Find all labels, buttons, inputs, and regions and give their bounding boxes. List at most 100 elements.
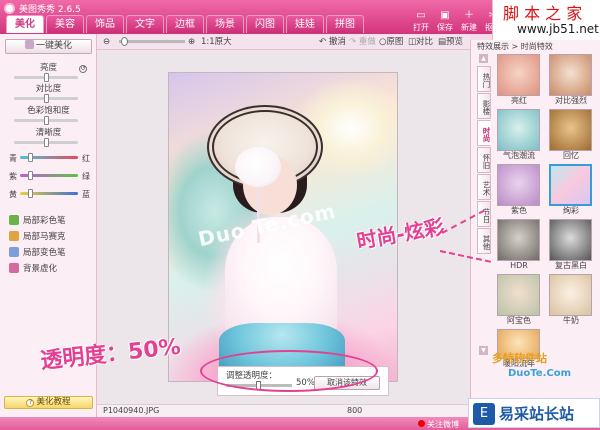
brand-logo-icon: E bbox=[473, 403, 495, 425]
effect-thumb-memory[interactable]: 回忆 bbox=[547, 109, 595, 162]
undo-button[interactable]: ↶ 撤消 bbox=[319, 36, 346, 48]
effect-thumb-hdr[interactable]: HDR bbox=[495, 219, 543, 272]
brush-icon bbox=[9, 215, 19, 225]
slider-knob[interactable] bbox=[44, 73, 49, 82]
zoom-knob[interactable] bbox=[121, 37, 128, 46]
contrast-label: 对比度 bbox=[35, 84, 62, 94]
tab-scene[interactable]: 场景 bbox=[206, 15, 244, 33]
save-button[interactable]: ▣ 保存 bbox=[434, 9, 456, 33]
save-icon: ▣ bbox=[440, 10, 450, 21]
canvas-toolbar: ⊖ ⊕ 1:1原大 ↶ 撤消 ↷ 重做 ○原图 ◫对比 ▤预览 bbox=[97, 34, 470, 50]
local-recolor-brush-button[interactable]: 局部变色笔 bbox=[9, 246, 95, 258]
watermark-brand-box: E 易采站长站 bbox=[468, 398, 600, 428]
original-button[interactable]: ○原图 bbox=[379, 36, 403, 48]
contrast-slider[interactable] bbox=[14, 94, 78, 103]
effect-thumb-colorful[interactable]: 绚彩 bbox=[547, 164, 595, 217]
local-mosaic-button[interactable]: 局部马赛克 bbox=[9, 230, 95, 242]
weibo-icon bbox=[418, 420, 425, 427]
tab-doll[interactable]: 娃娃 bbox=[286, 15, 324, 33]
vtab-hot[interactable]: 热门 bbox=[477, 66, 491, 92]
blur-icon bbox=[9, 263, 19, 273]
new-button[interactable]: ＋新建 bbox=[458, 9, 480, 33]
site-watermark-top: 脚 本 之 家 www.jb51.net bbox=[492, 0, 600, 40]
cyan-red-balance: 青 红 bbox=[9, 153, 90, 163]
folder-icon: ▭ bbox=[416, 10, 426, 21]
watermark-site-url: www.jb51.net bbox=[517, 22, 599, 36]
effect-preview-image bbox=[497, 109, 540, 151]
effect-preview-image bbox=[497, 219, 540, 261]
slider-knob[interactable] bbox=[44, 94, 49, 103]
slider-knob[interactable] bbox=[44, 138, 49, 147]
effect-category-tabs: 热门 影楼 时尚 怀旧 艺术 节日 其他 bbox=[477, 66, 491, 255]
scroll-up-icon[interactable]: ▲ bbox=[479, 54, 488, 63]
tab-border[interactable]: 边框 bbox=[166, 15, 204, 33]
status-filename: P1040940.JPG bbox=[103, 406, 160, 415]
open-button[interactable]: ▭ 打开 bbox=[410, 9, 432, 33]
one-click-beautify-button[interactable]: 一键美化 bbox=[5, 39, 92, 54]
watermark-brand: 易采站长站 bbox=[499, 405, 575, 423]
tab-collage[interactable]: 拼图 bbox=[326, 15, 364, 33]
sharpness-label: 清晰度 bbox=[35, 128, 62, 138]
watermark-line-1: 多特软件站 bbox=[492, 352, 547, 365]
effect-preview-image bbox=[497, 274, 540, 316]
effect-thumb-vintage-bw[interactable]: 复古黑白 bbox=[547, 219, 595, 272]
effect-preview-image bbox=[549, 274, 592, 316]
tab-beautify[interactable]: 美化 bbox=[6, 15, 44, 33]
magenta-green-balance: 紫 绿 bbox=[9, 171, 90, 181]
vtab-retro[interactable]: 怀旧 bbox=[477, 147, 491, 173]
background-blur-button[interactable]: 背景虚化 bbox=[9, 262, 95, 274]
annotation-circle bbox=[200, 350, 378, 392]
vtab-studio[interactable]: 影楼 bbox=[477, 93, 491, 119]
effects-breadcrumb: 特效展示 > 时尚特效 bbox=[477, 42, 553, 51]
follow-weibo-link[interactable]: 关注微博 bbox=[418, 419, 459, 430]
watermark-site-name: 脚 本 之 家 bbox=[503, 4, 583, 23]
mosaic-icon bbox=[9, 231, 19, 241]
main-tabs: 美化 美容 饰品 文字 边框 场景 闪图 娃娃 拼图 bbox=[6, 15, 364, 33]
wand-icon bbox=[24, 40, 34, 49]
zoom-out-icon[interactable]: ⊖ bbox=[103, 36, 110, 48]
effect-preview-image bbox=[497, 54, 540, 96]
zoom-slider[interactable] bbox=[119, 37, 185, 46]
effect-preview-image bbox=[497, 164, 540, 206]
site-watermark-bottom: 多特软件站 DuoTe.Com E 易采站长站 bbox=[468, 350, 600, 430]
redo-button[interactable]: ↷ 重做 bbox=[349, 36, 376, 48]
effect-thumb-purple[interactable]: 紫色 bbox=[495, 164, 543, 217]
cotton-candy-shape bbox=[235, 147, 281, 187]
new-icon: ＋ bbox=[464, 10, 474, 21]
saturation-slider[interactable] bbox=[14, 116, 78, 125]
recolor-icon bbox=[9, 247, 19, 257]
vtab-other[interactable]: 其他 bbox=[477, 228, 491, 254]
status-bar: P1040940.JPG 800 bbox=[97, 404, 470, 417]
effect-thumb-bubble[interactable]: 气泡潮流 bbox=[495, 109, 543, 162]
app-title: 美图秀秀 2.6.5 bbox=[19, 5, 81, 15]
effect-thumb-milk[interactable]: 牛奶 bbox=[547, 274, 595, 327]
status-dimensions: 800 bbox=[347, 406, 363, 415]
effect-thumb-abao[interactable]: 阿宝色 bbox=[495, 274, 543, 327]
zoom-in-icon[interactable]: ⊕ bbox=[188, 36, 195, 48]
local-color-brush-button[interactable]: 局部彩色笔 bbox=[9, 214, 95, 226]
brightness-label: 亮度 bbox=[39, 63, 57, 73]
watermark-line-2: DuoTe.Com bbox=[508, 368, 571, 379]
beautify-tutorial-button[interactable]: ? 美化教程 bbox=[4, 396, 93, 409]
actual-size-button[interactable]: 1:1原大 bbox=[201, 36, 232, 48]
app-window: 美图秀秀 2.6.5 菜单 美化 美容 饰品 文字 边框 场景 闪图 娃娃 拼图… bbox=[0, 0, 600, 430]
brightness-slider[interactable] bbox=[14, 73, 78, 82]
tab-flash[interactable]: 闪图 bbox=[246, 15, 284, 33]
tab-text[interactable]: 文字 bbox=[126, 15, 164, 33]
saturation-label: 色彩饱和度 bbox=[27, 106, 70, 116]
slider-knob[interactable] bbox=[28, 153, 33, 162]
effect-thumb-bright-red[interactable]: 亮红 bbox=[495, 54, 543, 107]
vtab-art[interactable]: 艺术 bbox=[477, 174, 491, 200]
sharpness-slider[interactable] bbox=[14, 138, 78, 147]
slider-knob[interactable] bbox=[44, 116, 49, 125]
tab-accessories[interactable]: 饰品 bbox=[86, 15, 124, 33]
preview-button[interactable]: ▤预览 bbox=[438, 36, 463, 48]
slider-knob[interactable] bbox=[28, 189, 33, 198]
effect-preview-image bbox=[549, 109, 592, 151]
slider-knob[interactable] bbox=[28, 171, 33, 180]
tab-cosmetic[interactable]: 美容 bbox=[46, 15, 84, 33]
compare-button[interactable]: ◫对比 bbox=[408, 36, 433, 48]
effect-thumb-high-contrast[interactable]: 对比强烈 bbox=[547, 54, 595, 107]
vtab-fashion[interactable]: 时尚 bbox=[477, 120, 491, 146]
effect-preview-image bbox=[549, 219, 592, 261]
